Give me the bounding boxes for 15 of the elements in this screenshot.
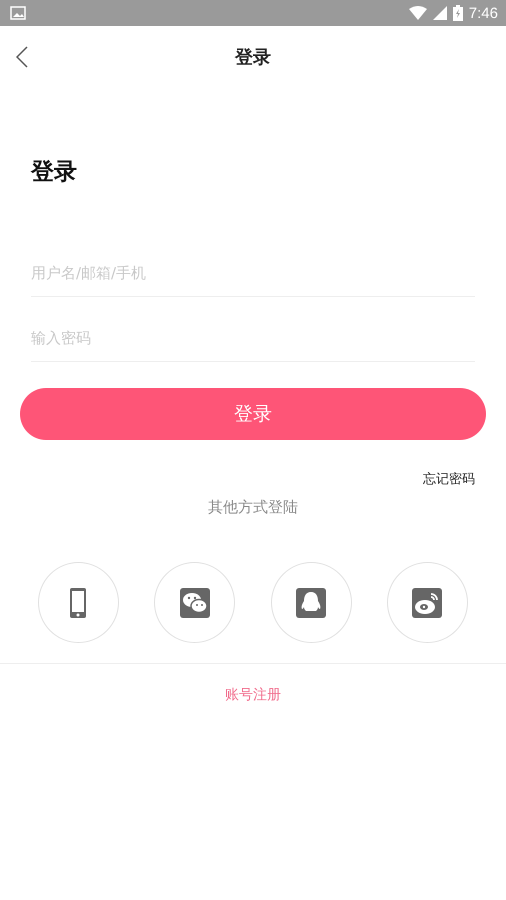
image-icon xyxy=(10,6,26,20)
signal-icon xyxy=(432,6,447,20)
chat-bubbles-icon xyxy=(180,588,210,618)
back-icon[interactable] xyxy=(16,46,28,68)
penguin-icon xyxy=(296,588,326,618)
clock-time: 7:46 xyxy=(468,4,498,22)
page-title: 登录 xyxy=(235,47,271,68)
weibo-icon xyxy=(412,588,442,618)
other-methods-label: 其他方式登陆 xyxy=(208,498,298,517)
forgot-password-link[interactable]: 忘记密码 xyxy=(423,470,475,488)
login-heading: 登录 xyxy=(31,158,77,187)
wifi-icon xyxy=(408,6,427,20)
battery-icon xyxy=(452,5,463,21)
login-button[interactable]: 登录 xyxy=(20,388,486,440)
register-link[interactable]: 账号注册 xyxy=(225,686,281,704)
